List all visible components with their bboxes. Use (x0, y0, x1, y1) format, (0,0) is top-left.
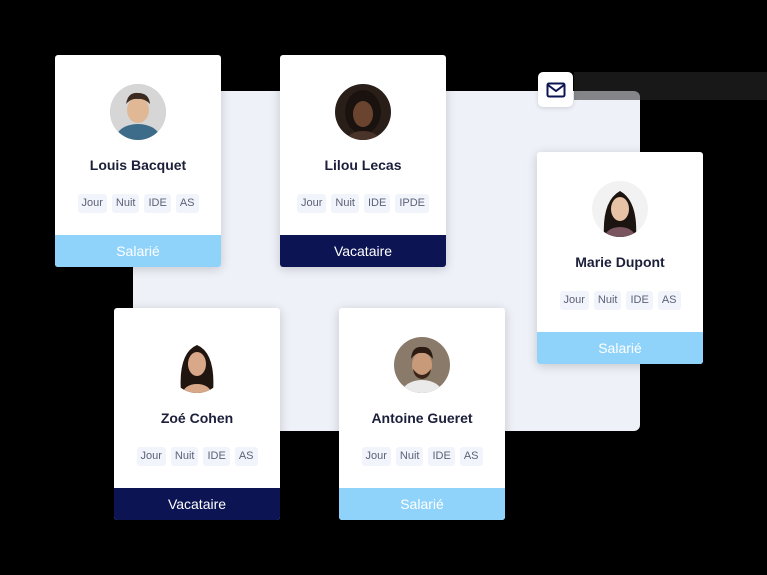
person-name: Antoine Gueret (371, 410, 473, 426)
tag: Nuit (593, 291, 622, 310)
person-name: Lilou Lecas (324, 157, 402, 173)
tag: Jour (361, 447, 391, 466)
status-badge: Salarié (55, 235, 221, 267)
profile-card[interactable]: Louis Bacquet Jour Nuit IDE AS Salarié (55, 55, 221, 267)
tag: Jour (559, 291, 589, 310)
tag: IDE (203, 447, 230, 466)
profile-card[interactable]: Antoine Gueret Jour Nuit IDE AS Salarié (339, 308, 505, 520)
person-name: Louis Bacquet (89, 157, 187, 173)
tag: AS (234, 447, 258, 466)
tag: AS (459, 447, 483, 466)
tag: IDE (626, 291, 653, 310)
tag: Nuit (395, 447, 424, 466)
tag: Jour (77, 194, 107, 213)
tag-list: Jour Nuit IDE AS (55, 194, 221, 213)
tag: IPDE (395, 194, 429, 213)
tag: IDE (363, 194, 391, 213)
tag: Nuit (331, 194, 359, 213)
profile-card[interactable]: Lilou Lecas Jour Nuit IDE IPDE Vacataire (280, 55, 446, 267)
avatar (335, 84, 391, 140)
tag: IDE (144, 194, 171, 213)
tag: AS (175, 194, 199, 213)
tag: Nuit (170, 447, 199, 466)
profile-card[interactable]: Marie Dupont Jour Nuit IDE AS Salarié (537, 152, 703, 364)
tag-list: Jour Nuit IDE AS (114, 447, 280, 466)
tag: Jour (136, 447, 166, 466)
avatar (110, 84, 166, 140)
avatar (592, 181, 648, 237)
status-badge: Vacataire (280, 235, 446, 267)
status-badge: Salarié (339, 488, 505, 520)
tag: AS (657, 291, 681, 310)
status-badge: Vacataire (114, 488, 280, 520)
avatar (169, 337, 225, 393)
tag-list: Jour Nuit IDE IPDE (280, 194, 446, 213)
tag: IDE (428, 447, 455, 466)
avatar (394, 337, 450, 393)
tag-list: Jour Nuit IDE AS (537, 291, 703, 310)
status-badge: Salarié (537, 332, 703, 364)
tag: Nuit (111, 194, 140, 213)
profile-card[interactable]: Zoé Cohen Jour Nuit IDE AS Vacataire (114, 308, 280, 520)
tag: Jour (297, 194, 327, 213)
mail-icon (546, 82, 565, 97)
mail-button[interactable] (538, 72, 573, 107)
connector-bar (574, 72, 767, 100)
person-name: Marie Dupont (575, 254, 665, 270)
tag-list: Jour Nuit IDE AS (339, 447, 505, 466)
person-name: Zoé Cohen (160, 410, 234, 426)
